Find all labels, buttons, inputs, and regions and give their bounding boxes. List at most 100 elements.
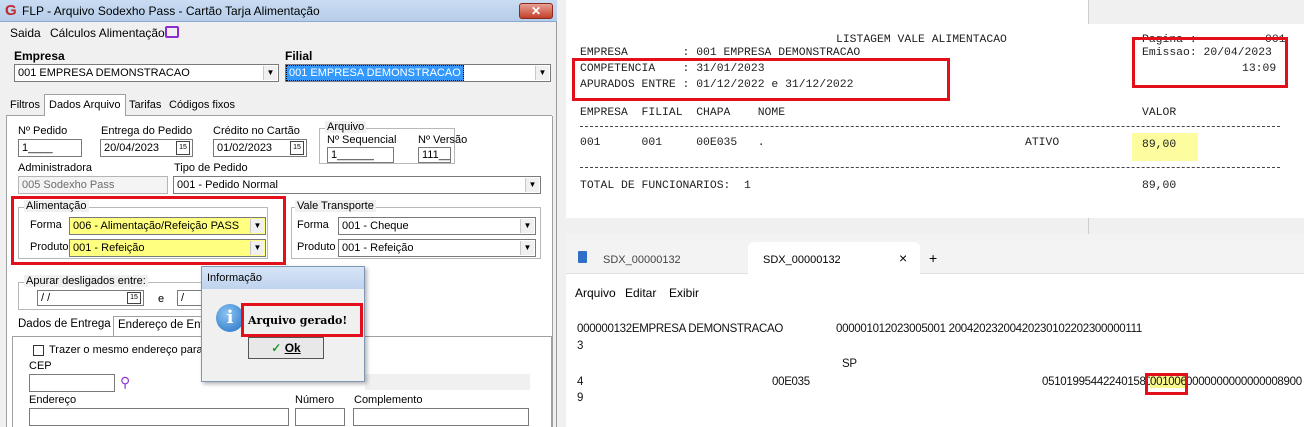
line-4a: 4 (577, 376, 584, 388)
report-valor-header: VALOR (1142, 107, 1177, 119)
search-icon[interactable]: ⚲ (120, 374, 136, 390)
highlight-emissao (1132, 37, 1288, 88)
line-4b: 00E035 (772, 376, 810, 388)
menu-exibir[interactable]: Exibir (669, 286, 699, 300)
window-title: FLP - Arquivo Sodexho Pass - Cartão Tarj… (22, 4, 320, 18)
administradora-input: 005 Sodexho Pass (18, 176, 168, 194)
calendar-icon[interactable]: 15 (176, 141, 190, 155)
highlight-alimentacao (11, 196, 286, 265)
versao-input[interactable]: 111__ (418, 147, 451, 163)
vt-group-label: Vale Transporte (295, 200, 376, 212)
numero-input[interactable] (295, 408, 345, 426)
title-bar: G FLP - Arquivo Sodexho Pass - Cartão Ta… (0, 0, 557, 22)
pedido-label: Nº Pedido (18, 125, 68, 137)
app-logo-icon: G (5, 2, 17, 19)
highlight-message (241, 303, 363, 337)
sequencial-input[interactable]: 1______ (327, 147, 394, 163)
check-icon: ✓ (271, 341, 282, 355)
entrega-date-input[interactable]: 20/04/2023 15 (100, 139, 193, 157)
dialog-title: Informação (202, 267, 364, 289)
close-tab-icon[interactable]: × (899, 250, 907, 266)
chevron-down-icon[interactable]: ▼ (520, 219, 534, 233)
report-total: TOTAL DE FUNCIONARIOS: 1 (580, 180, 751, 192)
endereco-label: Endereço (29, 394, 77, 406)
chevron-down-icon[interactable]: ▼ (263, 66, 277, 80)
apurar-from-value: / / (41, 292, 51, 304)
vt-forma-label: Forma (297, 219, 329, 231)
empresa-select[interactable]: 001 EMPRESA DEMONSTRACAO ▼ (14, 64, 279, 82)
line-5: 9 (577, 392, 584, 404)
tipo-pedido-label: Tipo de Pedido (174, 162, 248, 174)
tipo-pedido-value: 001 - Pedido Normal (177, 179, 278, 191)
apurar-e-label: e (158, 293, 165, 305)
menu-saida[interactable]: Saida (10, 26, 41, 40)
chevron-down-icon[interactable]: ▼ (520, 241, 534, 255)
report-columns: EMPRESA FILIAL CHAPA NOME (580, 107, 786, 119)
versao-label: Nº Versão (418, 134, 468, 146)
tab-dados-entrega[interactable]: Dados de Entrega (18, 318, 111, 330)
vt-produto-select[interactable]: 001 - Refeição ▼ (338, 239, 536, 257)
filial-select[interactable]: 001 EMPRESA DEMONSTRACAO ▼ (285, 64, 551, 82)
filial-label: Filial (285, 49, 313, 63)
vt-produto-label: Produto (297, 241, 336, 253)
filial-value: 001 EMPRESA DEMONSTRACAO (286, 65, 464, 81)
vt-forma-value: 001 - Cheque (342, 220, 409, 232)
calendar-icon[interactable]: 15 (290, 141, 304, 155)
add-tab-icon[interactable]: + (929, 250, 937, 266)
report-row-status: ATIVO (1025, 137, 1060, 149)
chat-icon[interactable] (165, 26, 179, 38)
tab-dados-arquivo[interactable]: Dados Arquivo (44, 94, 126, 117)
report-total-valor: 89,00 (1142, 180, 1177, 192)
tab-codigos-fixos[interactable]: Códigos fixos (167, 96, 237, 116)
highlight-code (1145, 373, 1188, 395)
empresa-value: 001 EMPRESA DEMONSTRACAO (18, 67, 190, 79)
entrega-value: 20/04/2023 (104, 142, 160, 154)
tab-sdx-inactive[interactable]: SDX_00000132 (603, 254, 681, 266)
credito-date-input[interactable]: 01/02/2023 15 (213, 139, 307, 157)
vt-forma-select[interactable]: 001 - Cheque ▼ (338, 217, 536, 235)
chevron-down-icon[interactable]: ▼ (535, 66, 549, 80)
cep-label: CEP (29, 360, 52, 372)
menu-calculos-alimentacao[interactable]: Cálculos Alimentação (50, 26, 165, 40)
report-row: 001 001 00E035 . (580, 137, 765, 149)
menu-editar[interactable]: Editar (625, 286, 656, 300)
info-icon: i (216, 304, 244, 332)
endereco-input[interactable] (29, 408, 289, 426)
close-button[interactable]: ✕ (519, 3, 553, 19)
menu-arquivo[interactable]: Arquivo (575, 286, 616, 300)
administradora-label: Administradora (18, 162, 92, 174)
line-4c: 0510199544224015803 (1042, 376, 1158, 388)
ok-label: Ok (284, 341, 301, 355)
line-3: SP (842, 358, 857, 370)
sequencial-label: Nº Sequencial (327, 134, 397, 146)
tab-sdx-active[interactable]: SDX_00000132 (763, 254, 841, 266)
report-rule-1 (580, 126, 1280, 127)
tab-filtros[interactable]: Filtros (8, 96, 42, 116)
notepad-file-icon (578, 251, 587, 263)
calendar-icon[interactable]: 15 (127, 292, 141, 304)
report-bottom-strip (1088, 218, 1304, 234)
line-1a: 000000132EMPRESA DEMONSTRACAO (577, 323, 784, 335)
apurar-label: Apurar desligados entre: (24, 275, 148, 287)
entrega-label: Entrega do Pedido (101, 125, 193, 137)
complemento-input[interactable] (353, 408, 529, 426)
tipo-pedido-select[interactable]: 001 - Pedido Normal ▼ (173, 176, 541, 194)
report-title: LISTAGEM VALE ALIMENTACAO (836, 34, 1007, 46)
vt-produto-value: 001 - Refeição (342, 242, 414, 254)
chevron-down-icon[interactable]: ▼ (525, 178, 539, 192)
trazer-label: Trazer o mesmo endereço para tod (49, 344, 222, 356)
ok-button[interactable]: ✓ Ok (248, 337, 324, 359)
apurar-from-input[interactable]: / / 15 (37, 290, 144, 306)
report-rule-2 (580, 167, 1280, 168)
pedido-input[interactable]: 1____ (18, 139, 82, 157)
tab-tarifas[interactable]: Tarifas (127, 96, 163, 116)
arquivo-group-label: Arquivo (325, 121, 367, 133)
info-dialog: Informação i Arquivo gerado! ✓ Ok (201, 266, 365, 382)
report-top-strip (1088, 0, 1304, 24)
line-1b: 000001012023005001 200420232004202301022… (836, 323, 1142, 335)
trazer-checkbox[interactable] (33, 345, 44, 356)
cep-input[interactable] (29, 374, 115, 392)
numero-label: Número (295, 394, 335, 406)
empresa-label: Empresa (14, 49, 65, 63)
highlight-competencia (572, 58, 950, 101)
